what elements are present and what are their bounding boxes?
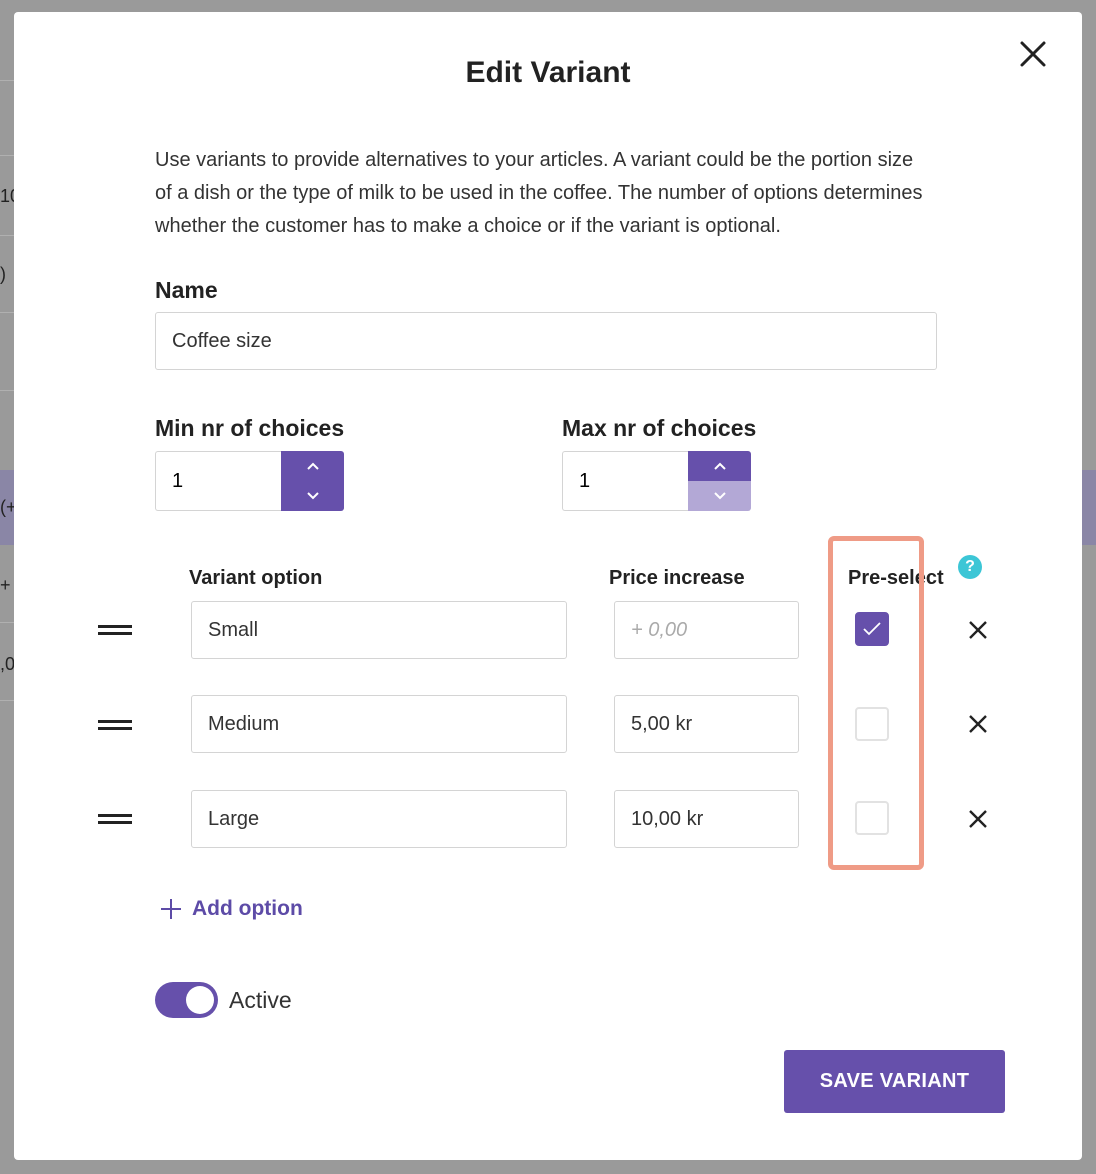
min-increment-button[interactable] xyxy=(281,451,344,481)
intro-text: Use variants to provide alternatives to … xyxy=(155,149,923,237)
price-increase-header: Price increase xyxy=(609,567,745,589)
add-option-button[interactable]: Add option xyxy=(160,894,303,924)
variant-option-header: Variant option xyxy=(189,567,323,589)
add-option-label: Add option xyxy=(192,897,303,920)
option-price-input[interactable] xyxy=(614,790,799,848)
remove-icon xyxy=(969,715,987,733)
max-choices-input[interactable] xyxy=(562,451,689,511)
checkmark-icon xyxy=(863,622,881,636)
remove-icon xyxy=(969,621,987,639)
min-stepper-buttons xyxy=(281,451,344,511)
option-name-input[interactable] xyxy=(191,695,567,753)
preselect-checkbox[interactable] xyxy=(855,801,889,835)
max-choices-label: Max nr of choices xyxy=(562,415,757,441)
preselect-checkbox[interactable] xyxy=(855,612,889,646)
name-input[interactable] xyxy=(155,312,937,370)
close-icon xyxy=(1020,41,1046,67)
pre-select-header: Pre-select xyxy=(848,567,944,589)
bg-divider xyxy=(0,155,14,156)
drag-handle-icon[interactable] xyxy=(98,718,132,732)
max-stepper-buttons xyxy=(688,451,751,511)
option-name-input[interactable] xyxy=(191,601,567,659)
remove-option-button[interactable] xyxy=(966,712,990,736)
edit-variant-modal: Edit Variant Use variants to provide alt… xyxy=(14,12,1082,1160)
min-choices-stepper xyxy=(155,451,344,511)
chevron-up-icon xyxy=(306,462,319,470)
bg-fragment: ,0 xyxy=(0,654,14,674)
chevron-down-icon xyxy=(713,492,726,500)
min-decrement-button[interactable] xyxy=(281,481,344,511)
max-decrement-button[interactable] xyxy=(688,481,751,511)
min-choices-input[interactable] xyxy=(155,451,282,511)
bg-divider xyxy=(0,700,14,701)
drag-handle-icon[interactable] xyxy=(98,812,132,826)
max-choices-stepper xyxy=(562,451,751,511)
active-toggle[interactable] xyxy=(155,982,218,1018)
name-label: Name xyxy=(155,277,218,303)
max-increment-button[interactable] xyxy=(688,451,751,481)
remove-option-button[interactable] xyxy=(966,618,990,642)
preselect-checkbox[interactable] xyxy=(855,707,889,741)
bg-fragment: + xyxy=(0,575,11,595)
option-name-input[interactable] xyxy=(191,790,567,848)
bg-fragment: 10 xyxy=(0,186,14,206)
plus-icon xyxy=(161,899,181,919)
remove-icon xyxy=(969,810,987,828)
save-variant-button[interactable]: SAVE VARIANT xyxy=(784,1050,1005,1113)
bg-divider xyxy=(0,390,14,391)
modal-title: Edit Variant xyxy=(465,56,631,89)
toggle-knob xyxy=(186,986,214,1014)
bg-divider xyxy=(0,622,14,623)
chevron-down-icon xyxy=(306,492,319,500)
drag-handle-icon[interactable] xyxy=(98,623,132,637)
close-button[interactable] xyxy=(1017,38,1049,70)
option-price-input[interactable] xyxy=(614,695,799,753)
bg-fragment: (+ xyxy=(0,497,14,517)
bg-divider xyxy=(0,235,14,236)
bg-fragment: ) xyxy=(0,264,6,284)
min-choices-label: Min nr of choices xyxy=(155,415,345,441)
bg-selected-row xyxy=(1082,470,1096,545)
help-icon[interactable]: ? xyxy=(958,555,982,579)
option-price-input[interactable] xyxy=(614,601,799,659)
bg-divider xyxy=(0,312,14,313)
chevron-up-icon xyxy=(713,462,726,470)
remove-option-button[interactable] xyxy=(966,807,990,831)
active-label: Active xyxy=(229,987,292,1013)
bg-divider xyxy=(0,80,14,81)
